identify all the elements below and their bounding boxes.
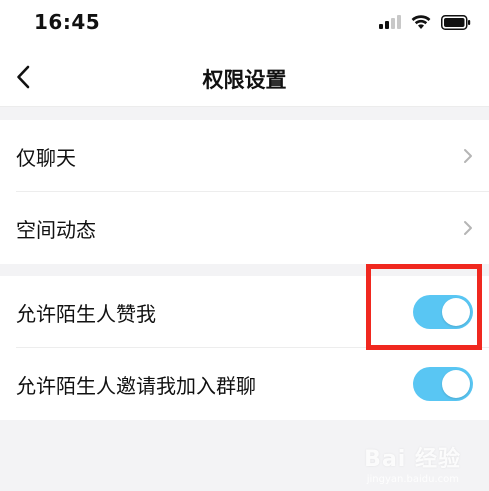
settings-group-stranger: 允许陌生人赞我 允许陌生人邀请我加入群聊: [0, 276, 489, 420]
toggle-knob: [442, 370, 470, 398]
row-label: 空间动态: [16, 217, 96, 242]
chevron-right-icon: [464, 221, 472, 235]
toggle-knob: [442, 298, 470, 326]
battery-icon: [441, 14, 471, 30]
status-icons: [379, 12, 471, 32]
row-label: 允许陌生人邀请我加入群聊: [16, 373, 256, 398]
watermark: Bai 经验: [364, 447, 461, 472]
nav-bar: 权限设置: [0, 48, 489, 107]
row-chat-only[interactable]: 仅聊天: [0, 120, 489, 192]
row-label: 允许陌生人赞我: [16, 301, 156, 326]
status-bar: 16:45: [0, 0, 489, 48]
wifi-icon: [411, 14, 431, 29]
row-allow-stranger-like: 允许陌生人赞我: [0, 276, 489, 348]
allow-stranger-like-toggle[interactable]: [413, 295, 473, 329]
page-title: 权限设置: [202, 68, 287, 92]
settings-group-privacy: 仅聊天 空间动态: [0, 120, 489, 264]
chevron-right-icon: [464, 149, 472, 163]
watermark-subtext: jingyan.baidu.com: [366, 474, 459, 485]
row-space-feed[interactable]: 空间动态: [0, 192, 489, 264]
status-time: 16:45: [34, 10, 101, 34]
row-label: 仅聊天: [16, 145, 76, 170]
allow-stranger-invite-toggle[interactable]: [413, 367, 473, 401]
cellular-signal-icon: [379, 15, 401, 29]
row-allow-stranger-invite: 允许陌生人邀请我加入群聊: [0, 348, 489, 420]
